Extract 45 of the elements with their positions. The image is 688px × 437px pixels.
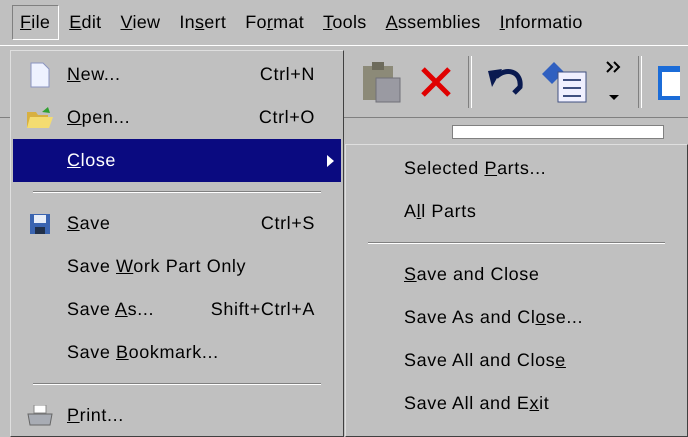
- shortcut-text: Ctrl+O: [258, 107, 315, 128]
- menu-label: Save and Close: [404, 264, 540, 285]
- menu-item[interactable]: Close: [13, 139, 341, 182]
- menu-item[interactable]: Save All and Close: [348, 339, 685, 382]
- menu-label: Save Bookmark...: [67, 342, 220, 363]
- printer-icon: [26, 404, 54, 426]
- text-field[interactable]: [452, 125, 664, 139]
- menu-item[interactable]: Save As... Shift+Ctrl+A: [13, 288, 341, 331]
- menu-label: New...: [67, 64, 122, 85]
- menu-item[interactable]: All Parts: [348, 190, 685, 233]
- menu-item[interactable]: Edit: [61, 5, 110, 40]
- menu-label: Save All and Exit: [404, 393, 550, 414]
- menu-label: Close: [67, 150, 118, 171]
- shortcut-text: Ctrl+N: [260, 64, 315, 85]
- menu-label: Print...: [67, 405, 125, 426]
- menu-label: Save As...: [67, 299, 156, 320]
- menu-item[interactable]: Informatio: [492, 5, 592, 40]
- document-icon: [30, 62, 50, 88]
- menu-item[interactable]: Open... Ctrl+O: [13, 96, 341, 139]
- menu-item[interactable]: Save All and Exit: [348, 382, 685, 425]
- menu-label: Save All and Close: [404, 350, 567, 371]
- shortcut-text: Ctrl+S: [260, 213, 315, 234]
- menu-item[interactable]: Save Bookmark...: [13, 331, 341, 374]
- menu-label: All Parts: [404, 201, 478, 222]
- menu-item[interactable]: Format: [237, 5, 314, 40]
- menu-item[interactable]: Tools: [315, 5, 376, 40]
- submenu-arrow-icon: [325, 154, 335, 168]
- menu-label: Save As and Close...: [404, 307, 584, 328]
- menu-label: Open...: [67, 107, 132, 128]
- menu-item[interactable]: Save Work Part Only: [13, 245, 341, 288]
- menu-item[interactable]: File: [12, 5, 60, 40]
- menu-item[interactable]: Save and Close: [348, 253, 685, 296]
- folder-icon: [26, 106, 54, 130]
- menu-item[interactable]: New... Ctrl+N: [13, 53, 341, 96]
- menu-item[interactable]: Selected Parts...: [348, 147, 685, 190]
- menu-item[interactable]: Print...: [13, 394, 341, 436]
- menu-item[interactable]: Insert: [171, 5, 236, 40]
- menu-label: Selected Parts...: [404, 158, 548, 179]
- menu-item[interactable]: Save Ctrl+S: [13, 202, 341, 245]
- menu-label: Save Work Part Only: [67, 256, 248, 277]
- menu-item[interactable]: View: [112, 5, 170, 40]
- shortcut-text: Shift+Ctrl+A: [210, 299, 315, 320]
- menu-label: Save: [67, 213, 112, 234]
- menu-item[interactable]: Assemblies: [378, 5, 490, 40]
- menu-item[interactable]: Save As and Close...: [348, 296, 685, 339]
